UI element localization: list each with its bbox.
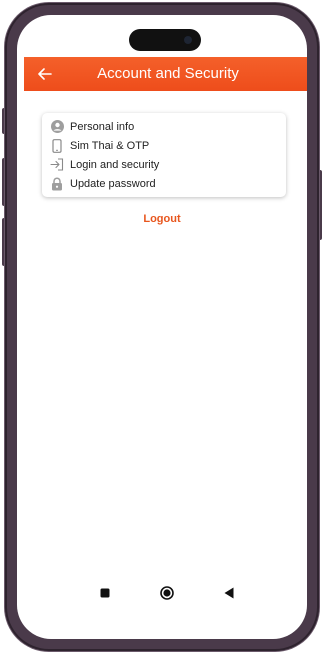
person-circle-icon — [50, 120, 64, 134]
back-button[interactable] — [30, 57, 60, 91]
device-stage: Account and Security Personal info Sim T… — [0, 0, 324, 655]
menu-item-label: Sim Thai & OTP — [70, 139, 150, 152]
account-menu-card: Personal info Sim Thai & OTP Login and s… — [42, 113, 286, 197]
system-nav-bar — [17, 583, 307, 603]
circle-home-icon — [160, 586, 174, 600]
camera-lens-icon — [184, 36, 192, 44]
square-recents-icon — [100, 588, 110, 598]
lock-icon — [50, 177, 64, 191]
menu-item-login-security[interactable]: Login and security — [42, 155, 286, 174]
camera-notch — [129, 29, 201, 51]
menu-item-label: Update password — [70, 177, 156, 190]
nav-back-button[interactable] — [219, 583, 239, 603]
nav-home-button[interactable] — [157, 583, 177, 603]
arrow-left-icon — [38, 68, 52, 80]
logout-button[interactable]: Logout — [17, 213, 307, 225]
menu-item-update-password[interactable]: Update password — [42, 174, 286, 193]
phone-screen: Account and Security Personal info Sim T… — [17, 15, 307, 639]
menu-item-sim-otp[interactable]: Sim Thai & OTP — [42, 136, 286, 155]
menu-item-label: Personal info — [70, 120, 135, 133]
menu-item-label: Login and security — [70, 158, 160, 171]
smartphone-icon — [50, 138, 64, 153]
app-bar: Account and Security — [24, 57, 307, 91]
triangle-back-icon — [224, 587, 234, 599]
menu-item-personal-info[interactable]: Personal info — [42, 117, 286, 136]
nav-recents-button[interactable] — [95, 583, 115, 603]
page-title: Account and Security — [97, 65, 239, 82]
login-icon — [50, 158, 64, 172]
